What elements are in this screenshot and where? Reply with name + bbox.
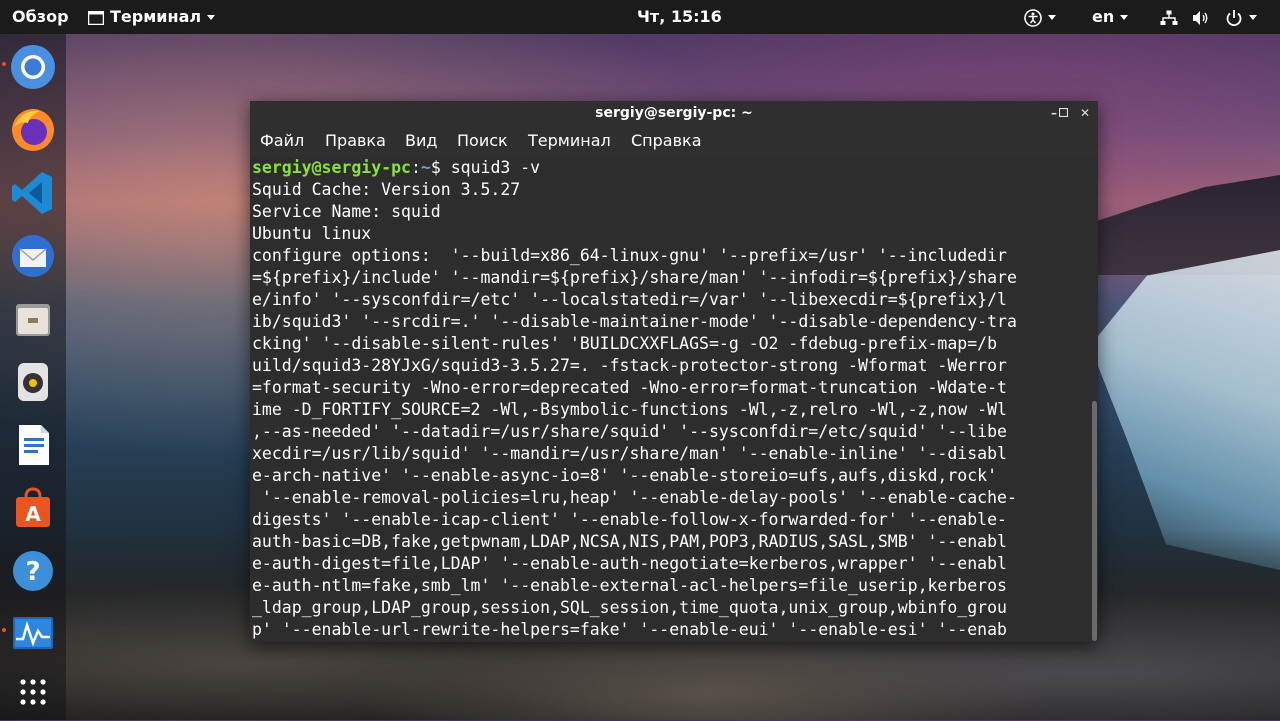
- menu-edit[interactable]: Правка: [325, 125, 386, 157]
- chevron-down-icon: [1120, 15, 1129, 20]
- output-line: xecdir=/usr/lib/squid' '--mandir=/usr/sh…: [252, 444, 1007, 463]
- app-menu-button[interactable]: Терминал: [87, 0, 216, 34]
- output-line: e-auth-ntlm=fake,smb_lm' '--enable-exter…: [252, 576, 1007, 595]
- accessibility-icon: [1024, 8, 1042, 27]
- power-icon: [1226, 9, 1242, 26]
- prompt-user: sergiy@sergiy-pc: [252, 158, 411, 177]
- show-applications-icon[interactable]: [8, 667, 58, 717]
- output-line: '--enable-removal-policies=lru,heap' '--…: [252, 488, 1017, 507]
- output-line: cking' '--disable-silent-rules' 'BUILDCX…: [252, 334, 998, 353]
- ubuntu-software-icon[interactable]: A: [8, 483, 58, 533]
- output-line: e/info' '--sysconfdir=/etc' '--localstat…: [252, 290, 1007, 309]
- output-line: auth-basic=DB,fake,getpwnam,LDAP,NCSA,NI…: [252, 532, 1007, 551]
- prompt-path: ~: [420, 158, 431, 177]
- output-line: Service Name: squid: [252, 202, 441, 221]
- maximize-icon: [1058, 107, 1068, 118]
- terminal-output[interactable]: sergiy@sergiy-pc:~$ squid3 -v Squid Cach…: [250, 157, 1090, 642]
- output-line: uild/squid3-28YJxG/squid3-3.5.27=. -fsta…: [252, 356, 1007, 375]
- keyboard-layout-menu[interactable]: en: [1092, 0, 1129, 34]
- chevron-down-icon: [1249, 15, 1258, 20]
- command-text: squid3 -v: [450, 158, 541, 177]
- app-menu-label: Терминал: [110, 7, 202, 26]
- output-line: =${prefix}/include' '--mandir=${prefix}/…: [252, 268, 1017, 287]
- system-monitor-icon[interactable]: [8, 609, 58, 659]
- svg-text:A: A: [25, 502, 41, 526]
- output-line: e-arch-native' '--enable-async-io=8' '--…: [252, 466, 998, 485]
- output-line: p' '--enable-url-rewrite-helpers=fake' '…: [252, 620, 1007, 639]
- thunderbird-icon[interactable]: [8, 231, 58, 281]
- window-title: sergiy@sergiy-pc: ~: [595, 105, 753, 121]
- prompt-symbol: $: [430, 158, 451, 177]
- firefox-icon[interactable]: [8, 105, 58, 155]
- menu-file[interactable]: Файл: [260, 125, 304, 157]
- files-icon[interactable]: [8, 294, 58, 344]
- output-line: Squid Cache: Version 3.5.27: [252, 180, 521, 199]
- close-button[interactable]: ✕: [1075, 101, 1095, 125]
- window-titlebar[interactable]: sergiy@sergiy-pc: ~ – ✕: [250, 101, 1098, 125]
- terminal-app-icon: [87, 10, 105, 25]
- volume-icon: [1192, 10, 1208, 25]
- chevron-down-icon: [207, 15, 216, 20]
- chromium-icon[interactable]: [8, 42, 58, 92]
- output-line: ime -D_FORTIFY_SOURCE=2 -Wl,-Bsymbolic-f…: [252, 400, 1007, 419]
- chevron-down-icon: [1048, 15, 1056, 20]
- running-indicator: [2, 628, 6, 632]
- system-menu[interactable]: [1160, 0, 1258, 34]
- activities-button[interactable]: Обзор: [12, 0, 69, 34]
- rhythmbox-icon[interactable]: [8, 357, 58, 407]
- svg-text:?: ?: [25, 557, 40, 587]
- running-indicator: [2, 62, 6, 66]
- menu-terminal[interactable]: Терминал: [528, 125, 611, 157]
- menu-bar: Файл Правка Вид Поиск Терминал Справка: [250, 125, 1098, 157]
- network-icon: [1160, 10, 1178, 25]
- menu-search[interactable]: Поиск: [457, 125, 508, 157]
- output-line: ,--as-needed' '--datadir=/usr/share/squi…: [252, 422, 1007, 441]
- output-line: digests' '--enable-icap-client' '--enabl…: [252, 510, 1007, 529]
- clock[interactable]: Чт, 15:16: [637, 0, 722, 34]
- vscode-icon[interactable]: [8, 168, 58, 218]
- maximize-button[interactable]: [1053, 101, 1073, 125]
- output-line: =format-security -Wno-error=deprecated -…: [252, 378, 1007, 397]
- wallpaper-ice: [1090, 250, 1280, 570]
- prompt-separator: :: [410, 158, 421, 177]
- output-line: e-auth-digest=file,LDAP' '--enable-auth-…: [252, 554, 1007, 573]
- top-bar: Обзор Терминал Чт, 15:16 en: [0, 0, 1280, 34]
- output-line: configure options: '--build=x86_64-linux…: [252, 246, 1007, 265]
- terminal-window: sergiy@sergiy-pc: ~ – ✕ Файл Правка Вид …: [250, 101, 1098, 642]
- menu-help[interactable]: Справка: [631, 125, 702, 157]
- terminal-scrollbar[interactable]: [1092, 401, 1097, 641]
- help-icon[interactable]: ?: [8, 546, 58, 596]
- accessibility-menu[interactable]: [1024, 0, 1056, 34]
- command-line: sergiy@sergiy-pc:~$ squid3 -v: [252, 157, 1090, 179]
- libreoffice-writer-icon[interactable]: [8, 420, 58, 470]
- output-line: _ldap_group,LDAP_group,session,SQL_sessi…: [252, 598, 1007, 617]
- dock: A ?: [0, 34, 66, 720]
- menu-view[interactable]: Вид: [405, 125, 437, 157]
- output-line: ib/squid3' '--srcdir=.' '--disable-maint…: [252, 312, 1017, 331]
- output-line: Ubuntu linux: [252, 224, 372, 243]
- keyboard-layout-label: en: [1092, 7, 1115, 26]
